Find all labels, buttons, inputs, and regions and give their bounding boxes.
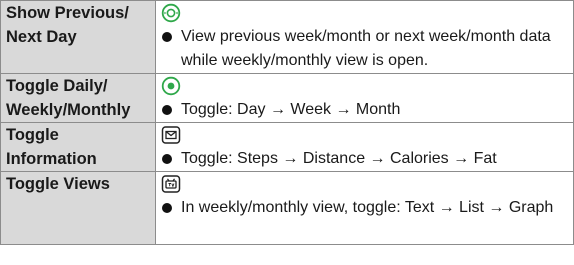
table-row: Toggle Information Toggle: Steps → Dista… [0,122,574,172]
row-label-line: Weekly/Monthly [6,101,131,119]
row-label: Toggle Views [0,171,156,245]
bullet-dot [162,32,172,42]
bullet-dot [162,105,172,115]
row-label-line: Information [6,150,97,168]
key-function-table: Show Previous/ Next Day View previous we… [0,0,574,245]
table-row: Show Previous/ Next Day View previous we… [0,0,574,74]
bullet-text: Toggle: Steps → Distance → Calories → Fa… [181,150,497,167]
row-description: Toggle: Day → Week → Month [155,73,574,123]
row-label: Toggle Information [0,122,156,172]
row-label-line: Toggle Views [6,175,110,193]
bullet-text: In weekly/monthly view, toggle: Text → L… [181,199,554,216]
row-description: Toggle: Steps → Distance → Calories → Fa… [155,122,574,172]
table-row: Toggle Daily/ Weekly/Monthly Toggle: Day… [0,73,574,123]
mail-key-icon [161,125,181,145]
bullet-dot [162,154,172,164]
row-label-line: Toggle [6,126,59,144]
row-label-line: Show Previous/ [6,4,129,22]
center-key-icon [161,76,181,96]
row-label: Toggle Daily/ Weekly/Monthly [0,73,156,123]
row-description: In weekly/monthly view, toggle: Text → L… [155,171,574,245]
row-label-line: Toggle Daily/ [6,77,108,95]
tv-key-icon [161,174,181,194]
row-label-line: Next Day [6,28,77,46]
table-row: Toggle Views In weekly/monthly view, tog… [0,171,574,245]
nav-key-left-right-icon [161,3,181,23]
bullet-text: View previous week/month or next week/mo… [181,28,551,69]
row-label: Show Previous/ Next Day [0,0,156,74]
row-description: View previous week/month or next week/mo… [155,0,574,74]
bullet-text: Toggle: Day → Week → Month [181,101,401,118]
bullet-dot [162,203,172,213]
